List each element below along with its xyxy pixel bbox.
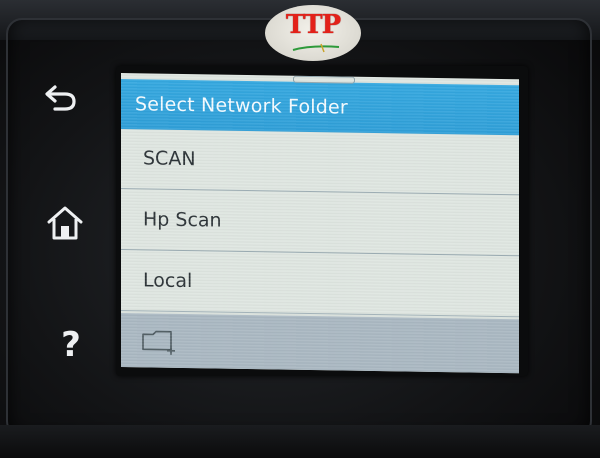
page-title: Select Network Folder bbox=[135, 93, 348, 119]
back-arrow-icon bbox=[45, 85, 76, 111]
list-item-label: Local bbox=[143, 269, 193, 293]
logo-text: TTP bbox=[285, 10, 341, 40]
screen-header: Select Network Folder bbox=[121, 79, 519, 136]
bezel-bottom bbox=[0, 425, 600, 458]
printer-control-panel: TTP ? Select Network Folder SCAN Hp Scan… bbox=[0, 0, 600, 458]
list-item-local[interactable]: Local bbox=[121, 251, 519, 318]
help-glyph: ? bbox=[61, 325, 81, 363]
help-button[interactable]: ? bbox=[48, 320, 94, 366]
list-item-label: Hp Scan bbox=[143, 208, 222, 232]
list-item-hp-scan[interactable]: Hp Scan bbox=[121, 190, 519, 257]
touch-screen: Select Network Folder SCAN Hp Scan Local bbox=[121, 73, 519, 374]
home-button[interactable] bbox=[42, 200, 88, 246]
add-folder-icon bbox=[142, 330, 175, 355]
watermark-logo: TTP bbox=[265, 5, 361, 61]
help-icon: ? bbox=[61, 325, 81, 363]
logo-swoosh-icon bbox=[292, 43, 340, 53]
add-folder-button[interactable] bbox=[141, 327, 179, 360]
screen-footer bbox=[121, 313, 519, 374]
pull-down-handle[interactable] bbox=[293, 75, 355, 84]
list-item-scan[interactable]: SCAN bbox=[121, 129, 519, 196]
home-icon bbox=[47, 206, 83, 240]
list-item-label: SCAN bbox=[143, 147, 196, 171]
back-button[interactable] bbox=[38, 75, 84, 121]
